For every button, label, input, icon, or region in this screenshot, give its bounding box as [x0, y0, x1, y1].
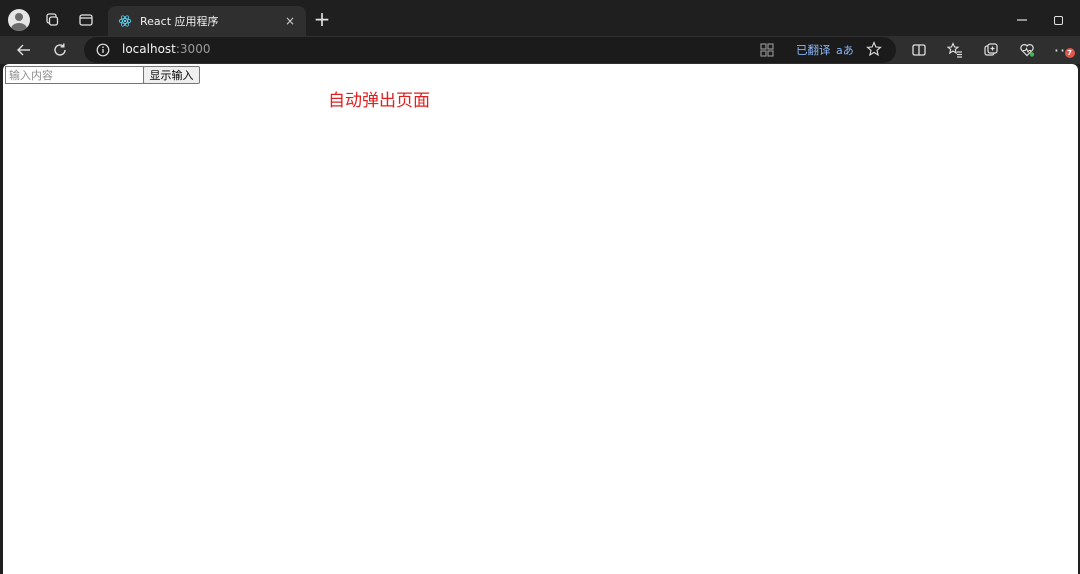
notification-badge: 7	[1065, 48, 1075, 58]
browser-essentials-button[interactable]	[1013, 36, 1041, 64]
browser-window: React 应用程序 × + localhost:3000 已翻译 aあ ···…	[0, 0, 1080, 574]
toolbar: localhost:3000 已翻译 aあ ··· 7	[0, 36, 1080, 64]
close-tab-icon[interactable]: ×	[282, 13, 298, 29]
minimize-button[interactable]	[1008, 6, 1036, 34]
address-bar[interactable]: localhost:3000 已翻译 aあ	[84, 37, 896, 63]
back-arrow-icon	[17, 44, 30, 56]
back-button[interactable]	[10, 36, 38, 64]
profile-button[interactable]	[5, 6, 33, 34]
translated-label[interactable]: 已翻译	[796, 42, 831, 58]
url-text[interactable]: localhost:3000	[122, 42, 210, 56]
reload-button[interactable]	[46, 36, 74, 64]
workspaces-icon	[46, 13, 59, 26]
tab-active[interactable]: React 应用程序 ×	[108, 6, 306, 36]
tab-strip: React 应用程序 × +	[0, 0, 1080, 36]
page-content: 显示输入 自动弹出页面	[3, 64, 1078, 574]
maximize-button[interactable]	[1044, 6, 1072, 34]
maximize-icon	[1053, 15, 1063, 25]
translate-icon[interactable]: aあ	[836, 42, 854, 58]
more-button[interactable]: ··· 7	[1049, 36, 1077, 64]
popup-text: 自动弹出页面	[328, 91, 430, 111]
tab-title: React 应用程序	[140, 15, 219, 28]
collections-icon	[984, 43, 998, 56]
split-screen-button[interactable]	[905, 36, 933, 64]
url-host: localhost	[122, 42, 176, 56]
collections-button[interactable]	[977, 36, 1005, 64]
info-icon[interactable]	[94, 41, 112, 59]
favorites-button[interactable]	[941, 36, 969, 64]
tab-actions-icon	[79, 14, 93, 26]
minimize-icon	[1017, 19, 1027, 21]
url-port: :3000	[175, 42, 211, 56]
star-icon[interactable]	[866, 41, 882, 61]
new-tab-button[interactable]: +	[308, 5, 336, 33]
favorites-icon	[947, 42, 962, 58]
reload-icon	[54, 43, 66, 56]
apps-icon[interactable]	[760, 41, 774, 61]
browser-essentials-icon	[1020, 44, 1035, 57]
show-input-button[interactable]: 显示输入	[143, 66, 200, 84]
workspaces-button[interactable]	[38, 6, 66, 34]
profile-icon	[8, 9, 30, 31]
split-screen-icon	[912, 44, 926, 56]
text-input[interactable]	[5, 66, 144, 84]
tab-actions-button[interactable]	[72, 6, 100, 34]
react-icon	[118, 14, 132, 28]
